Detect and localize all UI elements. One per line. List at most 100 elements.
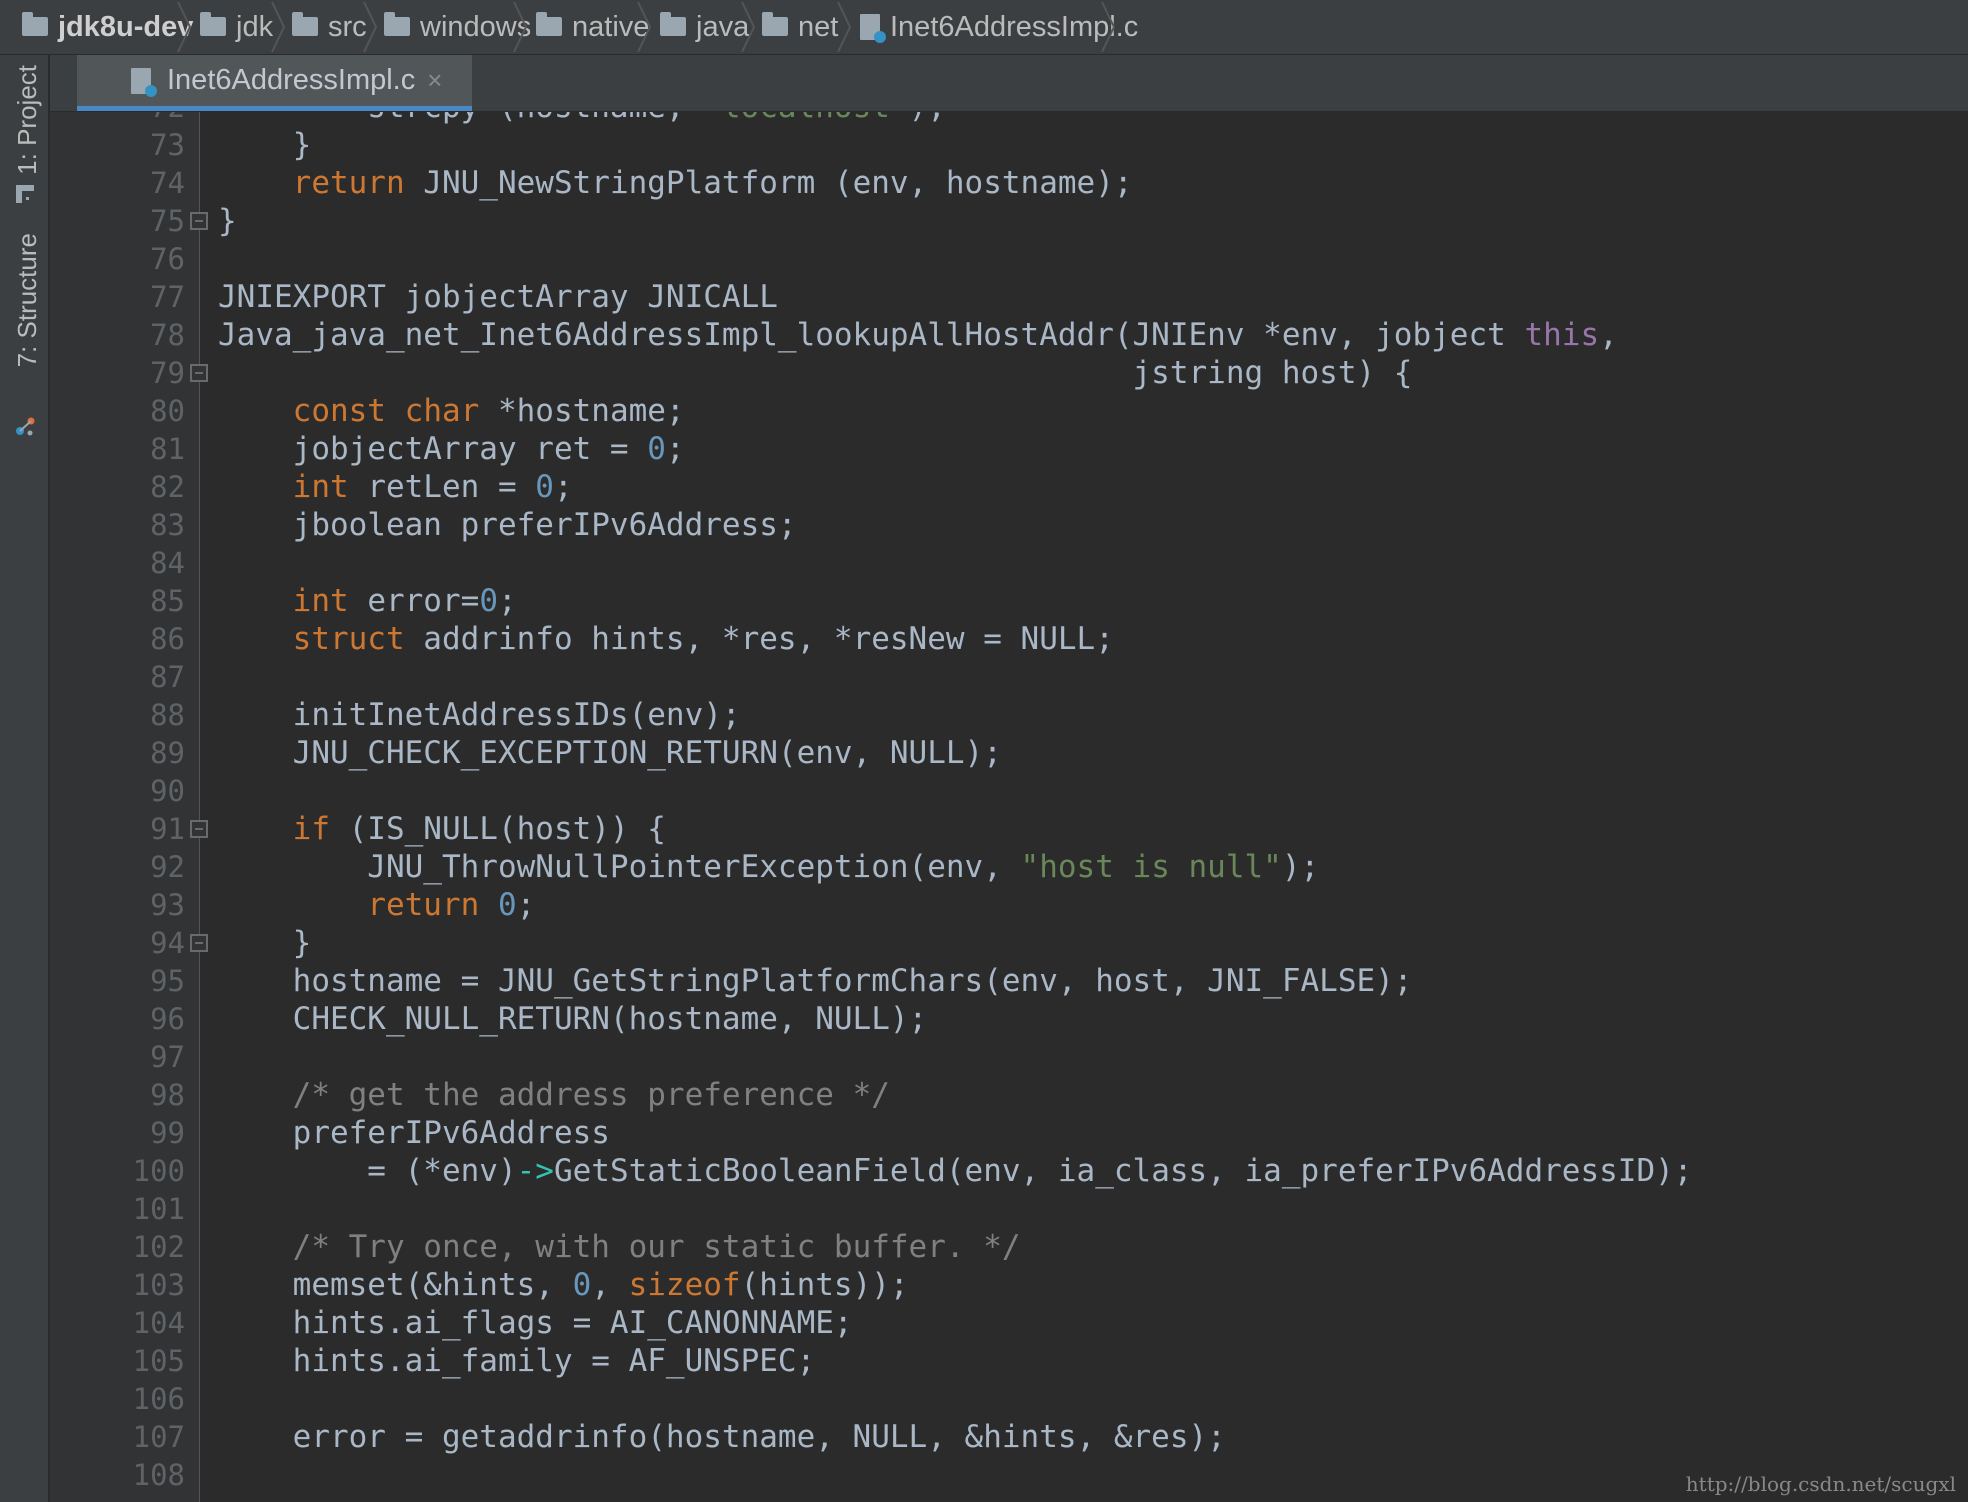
line-number: 106	[132, 1382, 185, 1416]
folder-icon	[536, 11, 562, 36]
breadcrumb-separator	[636, 0, 652, 54]
line-number: 89	[150, 736, 185, 770]
line-number: 75	[150, 204, 185, 238]
line-number: 88	[150, 698, 185, 732]
breadcrumb-label: net	[798, 10, 839, 43]
line-number: 80	[150, 394, 185, 428]
close-icon[interactable]: ×	[427, 65, 442, 96]
line-number: 81	[150, 432, 185, 466]
code-line: /* get the address preference */	[292, 1077, 890, 1113]
code-line: JNU_ThrowNullPointerException(env, "host…	[218, 849, 1320, 885]
code-editor[interactable]: 72 73 74 75 76 77 78 79 80 81 82 83 84 85 86 87 88 89 90 91…	[50, 112, 1968, 1502]
line-number: 103	[132, 1268, 185, 1302]
line-number: 107	[132, 1420, 185, 1454]
code-line: Java_java_net_Inet6AddressImpl_lookupAll…	[218, 317, 1618, 353]
line-number: 78	[150, 318, 185, 352]
line-number: 101	[132, 1192, 185, 1226]
folder-icon	[762, 11, 788, 36]
code-line: strcpy (hostname, "localhost");	[218, 112, 946, 126]
line-number: 94	[150, 926, 185, 960]
code-line: if (IS_NULL(host)) {	[292, 811, 666, 847]
project-tool-button[interactable]: 1: Project	[0, 65, 49, 245]
line-number: 108	[132, 1458, 185, 1492]
line-number: 92	[150, 850, 185, 884]
breadcrumb-label: src	[328, 10, 367, 43]
breadcrumb-item-file[interactable]: Inet6AddressImpl.c	[860, 0, 1138, 54]
line-number: 84	[150, 546, 185, 580]
editor-tab-bar: Inet6AddressImpl.c ×	[50, 55, 1968, 112]
line-number: 93	[150, 888, 185, 922]
breadcrumb-separator	[270, 0, 286, 54]
line-number: 102	[132, 1230, 185, 1264]
line-number: 99	[150, 1116, 185, 1150]
breadcrumb-separator	[1100, 0, 1116, 54]
structure-tool-button[interactable]: 7: Structure	[0, 233, 49, 453]
breadcrumb: jdk8u-dev jdk src windows native java ne…	[0, 0, 1968, 55]
breadcrumb-item-java[interactable]: java	[660, 0, 749, 54]
breadcrumb-item-src[interactable]: src	[292, 0, 367, 54]
code-line: error = getaddrinfo(hostname, NULL, &hin…	[218, 1419, 1226, 1455]
fold-toggle-icon[interactable]	[190, 364, 208, 382]
folder-icon	[292, 11, 318, 36]
tab-inet6addressimpl-c[interactable]: Inet6AddressImpl.c ×	[77, 55, 472, 111]
code-line: struct addrinfo hints, *res, *resNew = N…	[292, 621, 1114, 657]
breadcrumb-item-jdk8u-dev[interactable]: jdk8u-dev	[22, 0, 193, 54]
watermark: http://blog.csdn.net/scugxl	[1685, 1472, 1956, 1496]
line-number: 100	[132, 1154, 185, 1188]
tool-window-stripe: 1: Project 7: Structure	[0, 55, 49, 1502]
code-line: int retLen = 0;	[292, 469, 573, 505]
line-number: 76	[150, 242, 185, 276]
project-icon	[16, 185, 34, 203]
line-number: 77	[150, 280, 185, 314]
folder-icon	[22, 11, 48, 36]
breadcrumb-item-native[interactable]: native	[536, 0, 649, 54]
line-number-gutter: 72 73 74 75 76 77 78 79 80 81 82 83 84 85 86 87 88 89 90 91…	[50, 112, 200, 1502]
line-number: 91	[150, 812, 185, 846]
breadcrumb-item-net[interactable]: net	[762, 0, 838, 54]
code-line: jstring host) {	[218, 355, 1413, 391]
code-line: = (*env)->GetStaticBooleanField(env, ia_…	[218, 1153, 1693, 1189]
code-line: hints.ai_family = AF_UNSPEC;	[218, 1343, 816, 1379]
tab-label: Inet6AddressImpl.c	[167, 64, 416, 96]
code-line: preferIPv6Address	[218, 1115, 610, 1151]
structure-icon	[16, 417, 35, 436]
code-line: const char *hostname;	[292, 393, 685, 429]
line-number: 90	[150, 774, 185, 808]
code-line: return 0;	[367, 887, 536, 923]
breadcrumb-separator	[362, 0, 378, 54]
code-line: }	[218, 127, 312, 163]
fold-toggle-icon[interactable]	[190, 820, 208, 838]
line-number: 73	[150, 128, 185, 162]
breadcrumb-separator	[836, 0, 852, 54]
breadcrumb-item-jdk[interactable]: jdk	[200, 0, 273, 54]
code-line: }	[218, 925, 312, 961]
line-number: 72	[75, 112, 185, 126]
code-line: }	[218, 203, 237, 239]
code-line: JNIEXPORT jobjectArray JNICALL	[218, 279, 778, 315]
breadcrumb-label: jdk	[236, 10, 274, 43]
c-file-icon	[860, 14, 886, 43]
breadcrumb-separator	[176, 0, 192, 54]
breadcrumb-separator	[512, 0, 528, 54]
line-number: 104	[132, 1306, 185, 1340]
line-number: 98	[150, 1078, 185, 1112]
code-line: initInetAddressIDs(env);	[218, 697, 741, 733]
breadcrumb-item-windows[interactable]: windows	[384, 0, 531, 54]
fold-toggle-icon[interactable]	[190, 934, 208, 952]
line-number: 79	[150, 356, 185, 390]
structure-tool-label: 7: Structure	[12, 233, 42, 368]
code-line: return JNU_NewStringPlatform (env, hostn…	[292, 165, 1133, 201]
folder-icon	[660, 11, 686, 36]
fold-toggle-icon[interactable]	[190, 212, 208, 230]
code-line: JNU_CHECK_EXCEPTION_RETURN(env, NULL);	[218, 735, 1002, 771]
line-number: 74	[150, 166, 185, 200]
line-number: 83	[150, 508, 185, 542]
folder-icon	[384, 11, 410, 36]
line-number: 87	[150, 660, 185, 694]
code-line: CHECK_NULL_RETURN(hostname, NULL);	[218, 1001, 928, 1037]
line-number: 82	[150, 470, 185, 504]
c-file-icon	[131, 67, 157, 97]
code-line: hints.ai_flags = AI_CANONNAME;	[218, 1305, 853, 1341]
breadcrumb-separator	[740, 0, 756, 54]
line-number: 86	[150, 622, 185, 656]
